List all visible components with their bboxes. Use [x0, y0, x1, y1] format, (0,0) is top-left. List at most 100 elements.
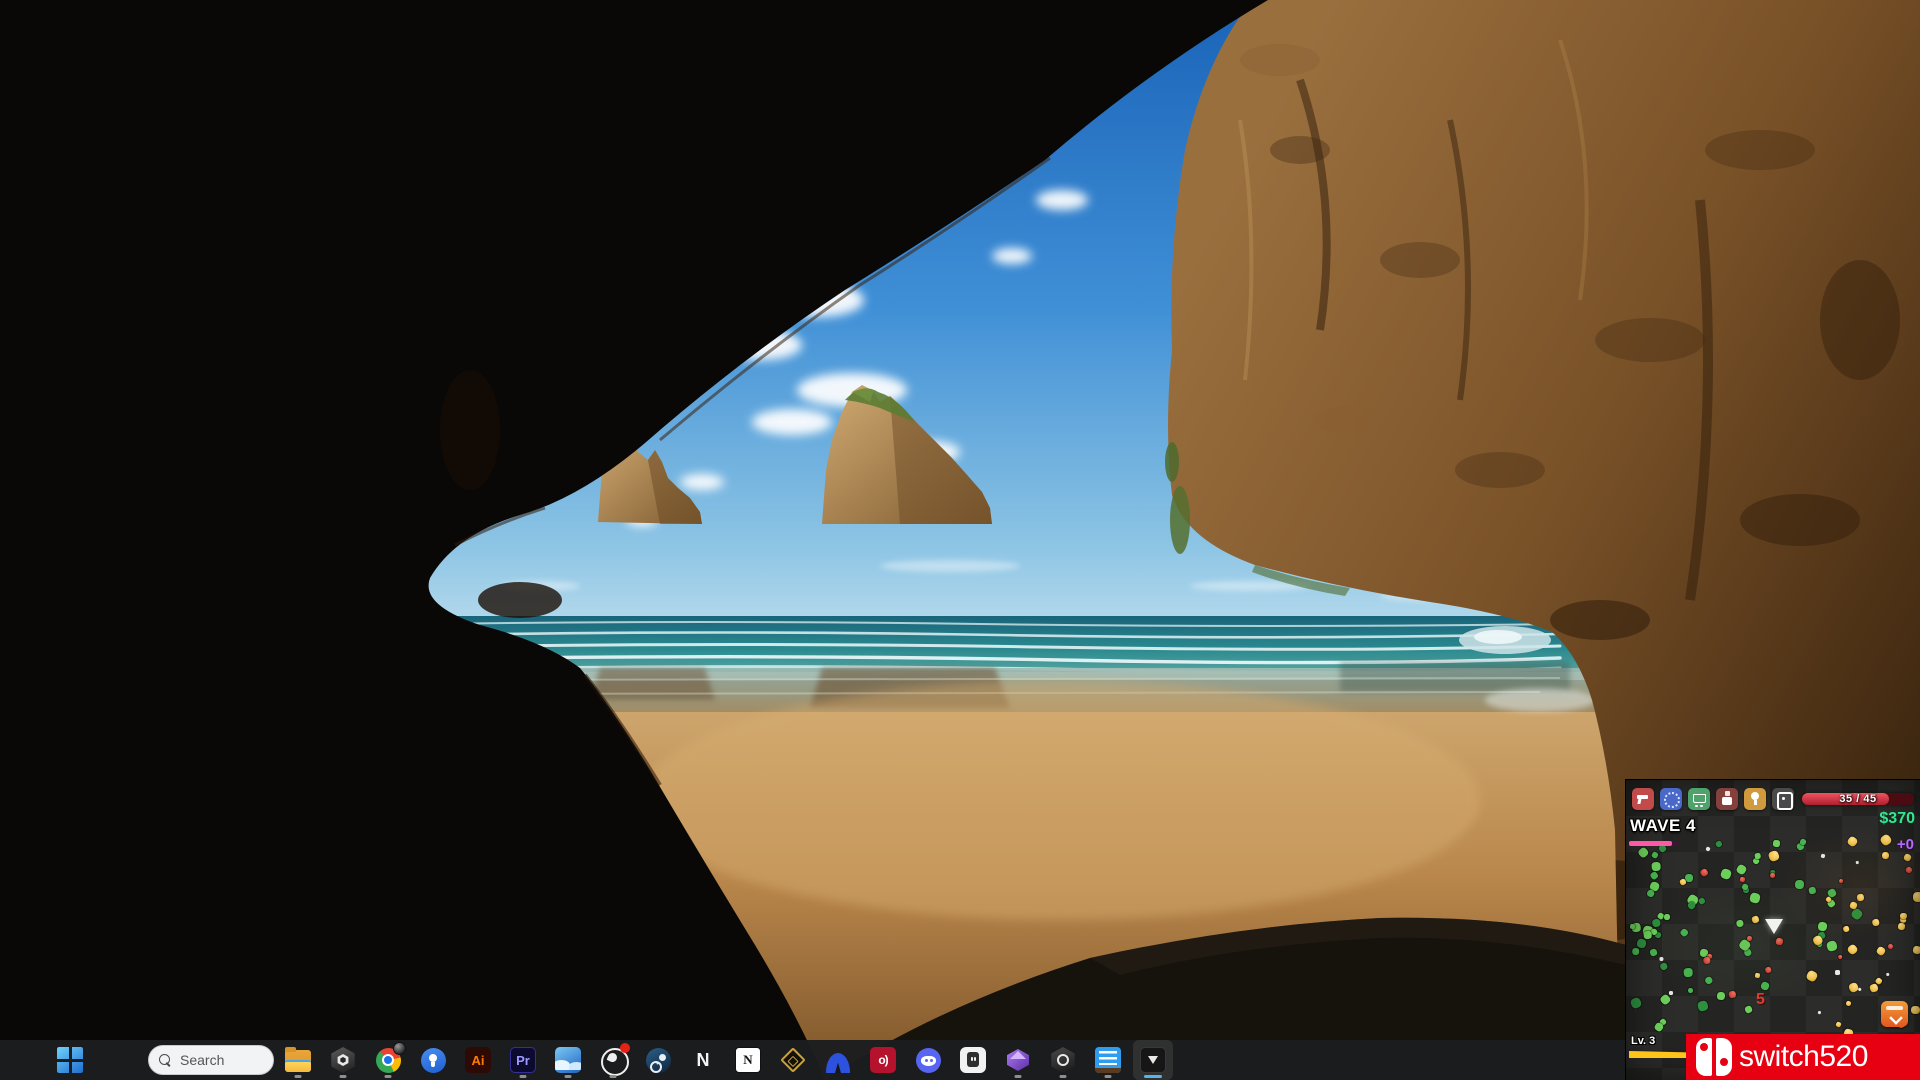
green-enemy [1743, 1005, 1753, 1015]
illustrator-icon: Ai [465, 1047, 491, 1073]
green-enemy [1755, 852, 1761, 858]
gold-enemy [1871, 919, 1880, 928]
green-enemy [1651, 851, 1659, 859]
white-enemy [1821, 854, 1826, 859]
gold-enemy [1912, 945, 1920, 954]
red-music-app-icon[interactable]: o) [863, 1040, 903, 1080]
bonus-counter: +0 [1897, 836, 1914, 853]
green-enemy [1736, 864, 1748, 876]
search-placeholder: Search [180, 1052, 224, 1068]
white-utility-app-icon[interactable] [953, 1040, 993, 1080]
obs-studio-icon[interactable] [593, 1040, 633, 1080]
green-enemy [1651, 861, 1660, 870]
running-indicator [1015, 1075, 1022, 1078]
upgrades-button[interactable] [1660, 788, 1682, 810]
premiere-icon[interactable]: Pr [503, 1040, 543, 1080]
red-enemy [1728, 990, 1736, 998]
gold-enemy [1911, 1006, 1919, 1014]
gold-enemy [1846, 835, 1859, 848]
running-indicator [520, 1075, 527, 1078]
red-enemy [1764, 966, 1772, 974]
gold-enemy [1846, 1000, 1852, 1006]
hexagon-app-icon [1050, 1047, 1076, 1073]
running-indicator [1144, 1075, 1162, 1078]
white-enemy [1659, 957, 1664, 962]
notion-icon[interactable]: N [728, 1040, 768, 1080]
gold-enemy [1856, 893, 1864, 901]
white-enemy [1858, 988, 1863, 993]
photos-icon[interactable] [548, 1040, 588, 1080]
gold-enemy [1903, 853, 1913, 863]
running-indicator [610, 1075, 617, 1078]
chrome-icon[interactable] [368, 1040, 408, 1080]
unity-hub-icon [330, 1047, 356, 1073]
discord-icon[interactable] [908, 1040, 948, 1080]
green-enemy [1818, 922, 1828, 932]
notion-calendar-icon[interactable]: N [683, 1040, 723, 1080]
notification-badge [620, 1043, 630, 1053]
lamp-button[interactable] [1744, 788, 1766, 810]
red-enemy [1887, 943, 1894, 950]
gold-enemy [1879, 833, 1893, 847]
green-enemy [1809, 887, 1817, 895]
premiere-icon: Pr [510, 1047, 536, 1073]
gold-enemy [1768, 849, 1780, 861]
wave-progress-fill [1629, 841, 1672, 846]
red-enemy [1769, 873, 1776, 880]
running-indicator [1105, 1075, 1112, 1078]
game-toolbar [1632, 788, 1794, 810]
robot-button[interactable] [1772, 788, 1794, 810]
red-music-app-icon: o) [870, 1047, 896, 1073]
chest-drop-button[interactable] [1881, 1001, 1908, 1027]
green-enemy [1759, 981, 1770, 992]
gold-enemy [1755, 973, 1761, 979]
wave-progress [1629, 841, 1679, 846]
green-enemy [1698, 896, 1706, 904]
green-enemy [1772, 839, 1779, 846]
gold-enemy [1876, 946, 1887, 957]
nordvpn-icon[interactable] [818, 1040, 858, 1080]
gold-enemy [1805, 970, 1818, 983]
keep-notes-icon[interactable] [413, 1040, 453, 1080]
green-enemy [1715, 840, 1723, 848]
white-enemy [1835, 970, 1839, 974]
red-enemy [1739, 876, 1745, 882]
green-enemy [1664, 914, 1670, 920]
start-button[interactable] [50, 1040, 90, 1080]
gold-enemy [1751, 915, 1760, 924]
health-text: 35 / 45 [1802, 793, 1914, 805]
shop-button[interactable] [1688, 788, 1710, 810]
money-counter: $370 [1879, 810, 1915, 828]
gold-enemy [1868, 983, 1878, 993]
notes-app-icon[interactable] [1088, 1040, 1128, 1080]
green-enemy [1750, 892, 1762, 904]
purple-box-app-icon[interactable] [998, 1040, 1038, 1080]
purple-box-app-icon [1007, 1049, 1029, 1071]
green-enemy [1688, 988, 1694, 994]
profile-avatar-badge [393, 1042, 406, 1055]
white-enemy [1818, 1010, 1821, 1013]
pinned-apps: Ai Pr NNo) [278, 1040, 1173, 1080]
illustrator-icon[interactable]: Ai [458, 1040, 498, 1080]
game-window-icon[interactable] [1133, 1040, 1173, 1080]
character-button[interactable] [1716, 788, 1738, 810]
weapon-button[interactable] [1632, 788, 1654, 810]
game-window[interactable]: 5 35 / 45 $370 +0 WAVE 4 Lv. 3 switch520 [1626, 780, 1920, 1080]
desktop: Search Ai Pr NNo) 5 35 / 45 $370 +0 WAVE 4… [0, 0, 1920, 1080]
white-enemy [1885, 973, 1889, 977]
white-enemy [1705, 846, 1710, 851]
unity-hub-icon[interactable] [323, 1040, 363, 1080]
green-enemy [1697, 1000, 1709, 1012]
green-enemy [1720, 867, 1733, 880]
green-enemy [1680, 927, 1689, 936]
search-icon [159, 1054, 172, 1067]
player-ship [1765, 919, 1783, 934]
gold-diamond-app-icon[interactable] [773, 1040, 813, 1080]
hexagon-app-icon[interactable] [1043, 1040, 1083, 1080]
red-enemy [1703, 957, 1711, 965]
switch-joycon-icon [1696, 1038, 1733, 1076]
search-box[interactable]: Search [148, 1045, 274, 1075]
gold-enemy [1913, 892, 1920, 902]
file-explorer-icon[interactable] [278, 1040, 318, 1080]
steam-icon[interactable] [638, 1040, 678, 1080]
